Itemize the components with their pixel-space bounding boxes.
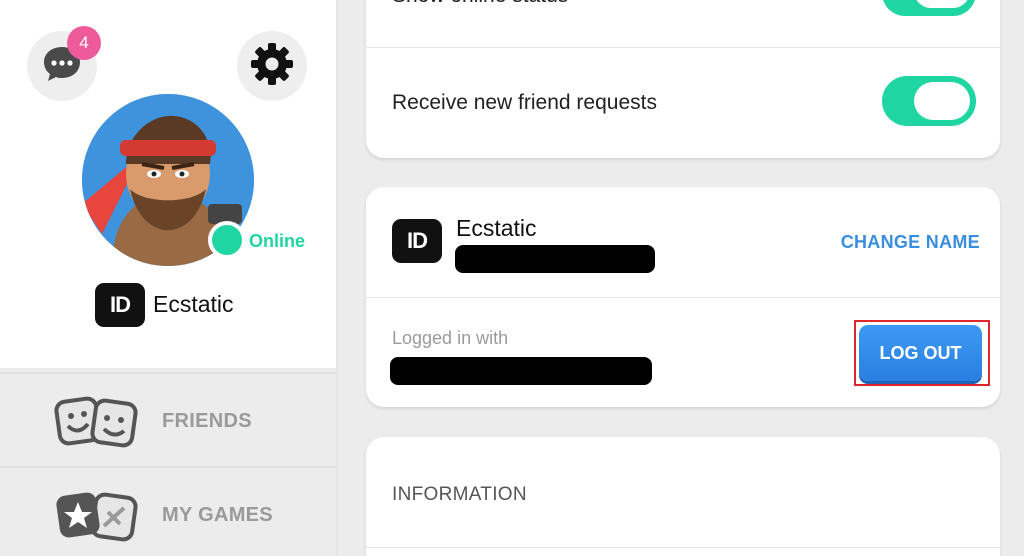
- sidebar-item-friends[interactable]: FRIENDS: [0, 372, 336, 464]
- sidebar-item-my-games[interactable]: MY GAMES: [0, 466, 336, 556]
- notification-badge: 4: [67, 26, 101, 60]
- gear-icon: [250, 42, 294, 91]
- information-heading: INFORMATION: [392, 484, 527, 505]
- information-card[interactable]: INFORMATION: [366, 437, 1000, 556]
- divider: [366, 547, 1000, 548]
- online-status-toggle[interactable]: [882, 0, 976, 16]
- toggle-knob: [914, 82, 970, 120]
- settings-button[interactable]: [237, 31, 307, 101]
- divider: [366, 297, 1000, 298]
- settings-main: Show online status Receive new friend re…: [336, 0, 1024, 556]
- id-badge-icon: ID: [392, 219, 442, 263]
- change-name-button[interactable]: CHANGE NAME: [841, 232, 980, 253]
- sidebar: 4 Online ID Ecstatic FRIENDS MY GAMES: [0, 0, 336, 556]
- friends-faces-icon: [54, 394, 140, 455]
- account-username: Ecstatic: [456, 215, 537, 241]
- account-card: ID Ecstatic CHANGE NAME Logged in with L…: [366, 187, 1000, 407]
- log-out-button[interactable]: LOG OUT: [859, 325, 982, 381]
- online-status-dot: [208, 221, 246, 259]
- redacted-login-method: [390, 357, 652, 385]
- profile-username: Ecstatic: [153, 291, 234, 317]
- online-status-setting-label: Show online status: [392, 0, 568, 8]
- logged-in-with-label: Logged in with: [392, 328, 509, 348]
- id-badge-icon: ID: [95, 283, 145, 327]
- online-status-label: Online: [249, 231, 306, 251]
- sidebar-item-label: FRIENDS: [162, 410, 252, 432]
- screen: 4 Online ID Ecstatic FRIENDS MY GAMES Re…: [0, 0, 1024, 556]
- sidebar-item-label: MY GAMES: [162, 504, 273, 526]
- profile-panel: 4 Online ID Ecstatic: [0, 0, 336, 368]
- redacted-account-detail: [455, 245, 655, 273]
- my-games-icon: [54, 488, 140, 549]
- friend-requests-setting-label: Receive new friend requests: [392, 91, 657, 114]
- divider: [366, 47, 1000, 48]
- friend-requests-toggle[interactable]: [882, 76, 976, 126]
- privacy-settings-card: Show online status Receive new friend re…: [366, 0, 1000, 158]
- toggle-knob: [914, 0, 970, 8]
